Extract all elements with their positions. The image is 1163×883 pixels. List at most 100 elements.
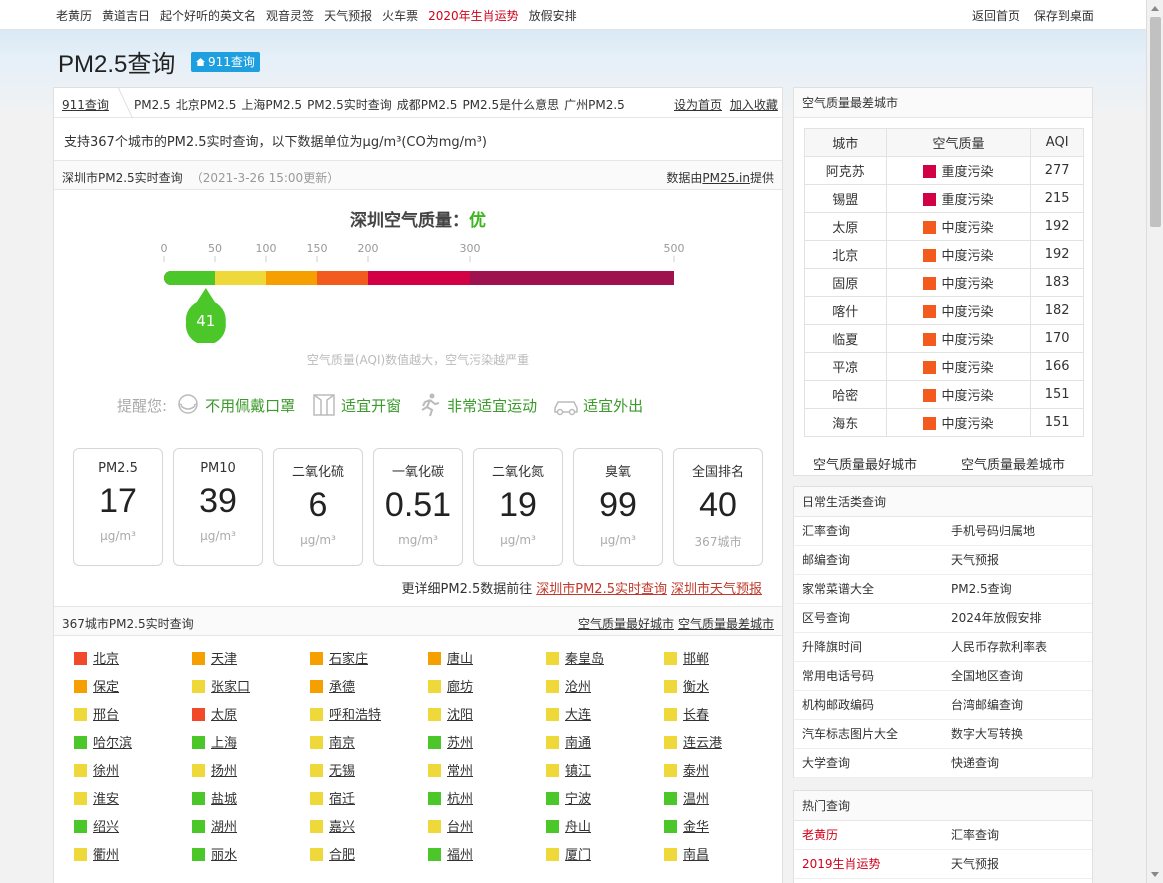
city-item[interactable]: 福州 (428, 846, 473, 866)
city-item[interactable]: 长春 (664, 706, 709, 726)
city-item[interactable]: 杭州 (428, 790, 473, 810)
more-weather-link[interactable]: 深圳市天气预报 (671, 582, 762, 597)
city-item[interactable]: 北京 (74, 650, 119, 670)
city-item[interactable]: 镇江 (546, 762, 591, 782)
city-item[interactable]: 徐州 (74, 762, 119, 782)
life-link[interactable]: 手机号码归属地 (951, 517, 1035, 546)
breadcrumb-item[interactable]: 北京PM2.5 (176, 98, 237, 112)
city-item[interactable]: 邢台 (74, 706, 119, 726)
city-item[interactable]: 扬州 (192, 762, 237, 782)
city-item[interactable]: 无锡 (310, 762, 355, 782)
life-link[interactable]: 邮编查询 (802, 553, 850, 567)
city-item[interactable]: 连云港 (664, 734, 722, 754)
top-nav-link[interactable]: 起个好听的英文名 (160, 9, 256, 23)
city-item[interactable]: 南昌 (664, 846, 709, 866)
city-item[interactable]: 嘉兴 (310, 818, 355, 838)
add-favorite-link[interactable]: 加入收藏 (730, 98, 778, 112)
life-link[interactable]: 区号查询 (802, 611, 850, 625)
top-nav-link[interactable]: 天气预报 (324, 9, 372, 23)
life-link[interactable]: 天气预报 (951, 546, 999, 575)
source-link[interactable]: PM25.in (702, 171, 750, 185)
city-item[interactable]: 温州 (664, 790, 709, 810)
footer-best-link[interactable]: 空气质量最好城市 (813, 454, 917, 473)
top-nav-link[interactable]: 火车票 (382, 9, 418, 23)
city-item[interactable]: 保定 (74, 678, 119, 698)
best-cities-link[interactable]: 空气质量最好城市 (578, 617, 674, 631)
table-row[interactable]: 临夏 中度污染 170 (804, 324, 1084, 353)
breadcrumb-item[interactable]: PM2.5是什么意思 (462, 98, 559, 112)
more-realtime-link[interactable]: 深圳市PM2.5实时查询 (536, 582, 667, 597)
city-item[interactable]: 承德 (310, 678, 355, 698)
life-link[interactable]: 快递查询 (951, 749, 999, 778)
life-link[interactable]: 常用电话号码 (802, 669, 874, 683)
site-badge[interactable]: 911查询 (191, 52, 260, 72)
city-item[interactable]: 哈尔滨 (74, 734, 132, 754)
city-item[interactable]: 大连 (546, 706, 591, 726)
life-link[interactable]: 汽车标志图片大全 (802, 727, 898, 741)
hot-link[interactable]: 天气预报 (951, 850, 999, 879)
life-link[interactable]: 大学查询 (802, 756, 850, 770)
city-item[interactable]: 上海 (192, 734, 237, 754)
life-link[interactable]: PM2.5查询 (951, 575, 1012, 604)
hot-link[interactable]: 老黄历 (802, 828, 838, 842)
city-item[interactable]: 苏州 (428, 734, 473, 754)
breadcrumb-home[interactable]: 911查询 (62, 96, 109, 113)
city-item[interactable]: 南通 (546, 734, 591, 754)
table-row[interactable]: 哈密 中度污染 151 (804, 380, 1084, 409)
city-item[interactable]: 沧州 (546, 678, 591, 698)
city-item[interactable]: 石家庄 (310, 650, 368, 670)
city-item[interactable]: 湖州 (192, 818, 237, 838)
city-item[interactable]: 常州 (428, 762, 473, 782)
city-item[interactable]: 廊坊 (428, 678, 473, 698)
table-row[interactable]: 北京 中度污染 192 (804, 240, 1084, 269)
scroll-thumb[interactable] (1150, 17, 1161, 227)
table-row[interactable]: 固原 中度污染 183 (804, 268, 1084, 297)
life-link[interactable]: 台湾邮编查询 (951, 691, 1023, 720)
scroll-up-icon[interactable] (1151, 6, 1159, 11)
scrollbar[interactable] (1146, 0, 1163, 883)
city-item[interactable]: 绍兴 (74, 818, 119, 838)
breadcrumb-item[interactable]: PM2.5 (134, 98, 171, 112)
hot-link[interactable]: 汇率查询 (951, 821, 999, 850)
life-link[interactable]: 全国地区查询 (951, 662, 1023, 691)
table-row[interactable]: 阿克苏 重度污染 277 (804, 156, 1084, 185)
city-item[interactable]: 金华 (664, 818, 709, 838)
city-item[interactable]: 舟山 (546, 818, 591, 838)
table-row[interactable]: 太原 中度污染 192 (804, 212, 1084, 241)
life-link[interactable]: 升降旗时间 (802, 640, 862, 654)
life-link[interactable]: 机构邮政编码 (802, 698, 874, 712)
hot-link[interactable]: 2019生肖运势 (802, 857, 881, 871)
breadcrumb-item[interactable]: 广州PM2.5 (564, 98, 625, 112)
city-item[interactable]: 衢州 (74, 846, 119, 866)
back-home-link[interactable]: 返回首页 (972, 9, 1020, 23)
table-row[interactable]: 锡盟 重度污染 215 (804, 184, 1084, 213)
city-item[interactable]: 宿迁 (310, 790, 355, 810)
life-link[interactable]: 2024年放假安排 (951, 604, 1042, 633)
city-item[interactable]: 宁波 (546, 790, 591, 810)
city-item[interactable]: 台州 (428, 818, 473, 838)
top-nav-link[interactable]: 2020年生肖运势 (428, 9, 519, 23)
city-item[interactable]: 沈阳 (428, 706, 473, 726)
set-homepage-link[interactable]: 设为首页 (674, 98, 722, 112)
breadcrumb-item[interactable]: 上海PM2.5 (241, 98, 302, 112)
city-item[interactable]: 呼和浩特 (310, 706, 381, 726)
city-item[interactable]: 合肥 (310, 846, 355, 866)
city-item[interactable]: 天津 (192, 650, 237, 670)
city-item[interactable]: 泰州 (664, 762, 709, 782)
top-nav-link[interactable]: 观音灵签 (266, 9, 314, 23)
city-item[interactable]: 邯郸 (664, 650, 709, 670)
top-nav-link[interactable]: 放假安排 (529, 9, 577, 23)
breadcrumb-item[interactable]: PM2.5实时查询 (307, 98, 392, 112)
life-link[interactable]: 人民币存款利率表 (951, 633, 1047, 662)
city-item[interactable]: 太原 (192, 706, 237, 726)
footer-worst-link[interactable]: 空气质量最差城市 (961, 454, 1065, 473)
life-link[interactable]: 汇率查询 (802, 524, 850, 538)
top-nav-link[interactable]: 黄道吉日 (102, 9, 150, 23)
table-row[interactable]: 喀什 中度污染 182 (804, 296, 1084, 325)
city-item[interactable]: 秦皇岛 (546, 650, 604, 670)
city-item[interactable]: 丽水 (192, 846, 237, 866)
table-row[interactable]: 海东 中度污染 151 (804, 408, 1084, 437)
city-item[interactable]: 淮安 (74, 790, 119, 810)
worst-cities-link[interactable]: 空气质量最差城市 (678, 617, 774, 631)
city-item[interactable]: 衡水 (664, 678, 709, 698)
